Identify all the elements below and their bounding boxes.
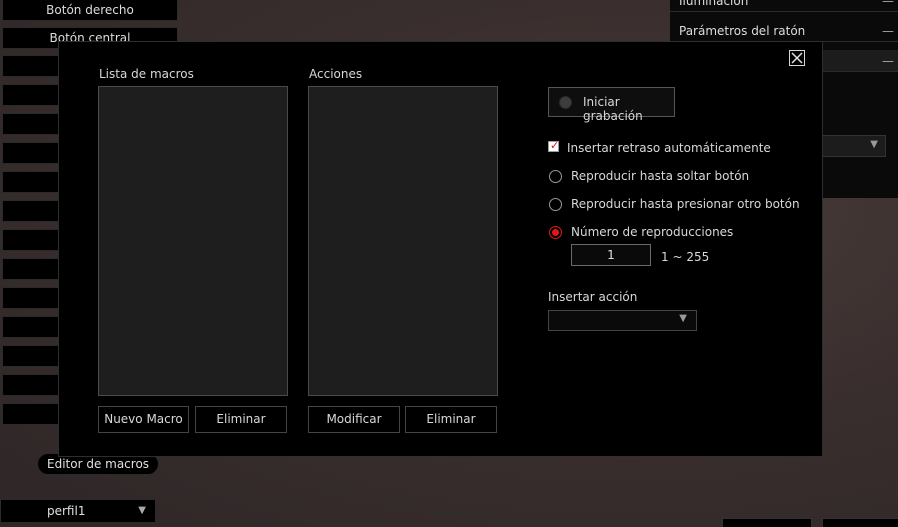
profile-select[interactable]: perfil1 ▼ — [0, 499, 156, 523]
close-icon — [791, 52, 803, 64]
auto-delay-checkbox[interactable]: ✓ — [548, 139, 560, 152]
actions-list[interactable] — [308, 86, 498, 396]
start-recording-label: Iniciar grabación — [583, 95, 643, 123]
collapse-icon[interactable]: — — [882, 20, 894, 42]
until-other-button-label[interactable]: Reproducir hasta presionar otro botón — [571, 197, 800, 211]
macro-list[interactable] — [98, 86, 288, 396]
chevron-down-icon: ▼ — [679, 313, 687, 324]
insert-action-label: Insertar acción — [548, 290, 638, 304]
lighting-section[interactable]: Iluminación — — [670, 0, 898, 12]
radio-until-release[interactable] — [549, 170, 562, 183]
chevron-down-icon: ▼ — [138, 505, 146, 516]
until-release-label[interactable]: Reproducir hasta soltar botón — [571, 169, 749, 183]
bottom-action-button[interactable] — [822, 518, 898, 527]
delete-action-button[interactable]: Eliminar — [405, 406, 497, 433]
profile-value: perfil1 — [47, 504, 86, 518]
close-button[interactable] — [789, 50, 805, 66]
mouse-params-section[interactable]: Parámetros del ratón — — [670, 20, 898, 42]
radio-repeat-count[interactable] — [549, 226, 562, 239]
lighting-label: Iluminación — [679, 0, 749, 8]
collapse-icon[interactable]: — — [882, 0, 894, 12]
modify-action-button[interactable]: Modificar — [308, 406, 400, 433]
auto-delay-label[interactable]: Insertar retraso automáticamente — [567, 141, 771, 155]
settings-dropdown[interactable]: ▼ — [822, 135, 886, 157]
radio-until-other-button[interactable] — [549, 198, 562, 211]
bottom-action-button[interactable] — [722, 518, 812, 527]
repeat-count-label[interactable]: Número de reproducciones — [571, 225, 733, 239]
mouse-params-label: Parámetros del ratón — [679, 24, 806, 38]
start-recording-button[interactable]: Iniciar grabación — [548, 87, 675, 123]
new-macro-button[interactable]: Nuevo Macro — [98, 406, 189, 433]
repeat-count-input[interactable]: 1 — [571, 244, 651, 266]
check-icon: ✓ — [550, 139, 560, 152]
collapse-icon[interactable]: — — [882, 50, 894, 72]
insert-action-select[interactable]: ▼ — [548, 310, 697, 331]
assign-right-button[interactable]: Botón derecho — [2, 0, 178, 21]
macro-list-label: Lista de macros — [99, 67, 194, 81]
chevron-down-icon: ▼ — [870, 139, 878, 150]
delete-macro-button[interactable]: Eliminar — [195, 406, 287, 433]
record-icon — [559, 96, 572, 109]
macro-editor-dialog: Lista de macros Nuevo Macro Eliminar Acc… — [58, 41, 823, 457]
repeat-range-label: 1 ~ 255 — [661, 250, 710, 264]
actions-list-label: Acciones — [309, 67, 363, 81]
